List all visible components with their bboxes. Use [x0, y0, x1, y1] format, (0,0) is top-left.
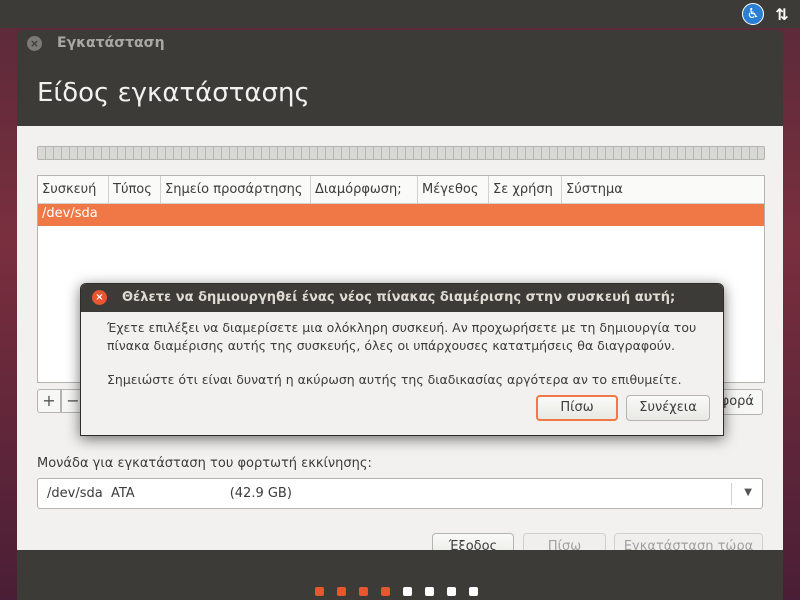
add-partition-button[interactable]: +: [37, 389, 61, 413]
bootloader-label: Μονάδα για εγκατάσταση του φορτωτή εκκίν…: [37, 456, 372, 471]
table-row[interactable]: /dev/sda: [38, 204, 764, 226]
progress-dot: [381, 587, 390, 596]
column-mount-point[interactable]: Σημείο προσάρτησης: [161, 176, 311, 203]
new-partition-table-dialog: × Θέλετε να δημιουργηθεί ένας νέος πίνακ…: [80, 283, 724, 436]
column-device[interactable]: Συσκευή: [38, 176, 109, 203]
progress-dot: [359, 587, 368, 596]
window-title: Εγκατάσταση: [57, 35, 165, 51]
progress-dot: [403, 587, 412, 596]
dialog-message-line1: Έχετε επιλέξει να διαμερίσετε μια ολόκλη…: [107, 320, 697, 335]
column-format[interactable]: Διαμόρφωση;: [311, 176, 418, 203]
progress-strip: [17, 550, 783, 600]
bootloader-select[interactable]: /dev/sda ATA (42.9 GB) ▼: [37, 478, 763, 509]
column-system[interactable]: Σύστημα: [562, 176, 764, 203]
progress-dot: [425, 587, 434, 596]
window-titlebar: × Εγκατάσταση: [17, 30, 783, 58]
dropdown-arrow-icon: ▼: [744, 487, 752, 498]
column-type[interactable]: Τύπος: [109, 176, 161, 203]
window-close-icon[interactable]: ×: [27, 36, 42, 51]
progress-dot: [447, 587, 456, 596]
select-separator: [731, 483, 732, 505]
accessibility-icon[interactable]: ♿: [741, 2, 765, 26]
progress-dot: [337, 587, 346, 596]
dialog-title: Θέλετε να δημιουργηθεί ένας νέος πίνακας…: [122, 290, 676, 305]
bootloader-select-value: /dev/sda ATA (42.9 GB): [47, 486, 292, 501]
page-title: Είδος εγκατάστασης: [37, 78, 310, 108]
partition-bar: [37, 146, 765, 160]
dialog-back-button[interactable]: Πίσω: [536, 395, 618, 421]
row-device: /dev/sda: [42, 206, 98, 221]
dialog-titlebar: × Θέλετε να δημιουργηθεί ένας νέος πίνακ…: [81, 284, 723, 312]
column-size[interactable]: Μέγεθος: [418, 176, 489, 203]
network-updown-icon[interactable]: ⇅: [770, 2, 794, 26]
dialog-close-icon[interactable]: ×: [92, 290, 107, 305]
dialog-message-line3: Σημειώστε ότι είναι δυνατή η ακύρωση αυτ…: [107, 372, 682, 387]
dialog-message-line2: πίνακα διαμέρισης αυτής της συσκευής, όλ…: [107, 338, 675, 353]
table-header: Συσκευή Τύπος Σημείο προσάρτησης Διαμόρφ…: [38, 176, 764, 204]
column-used[interactable]: Σε χρήση: [489, 176, 562, 203]
progress-dot: [315, 587, 324, 596]
progress-dot: [469, 587, 478, 596]
top-panel: ♿ ⇅: [0, 0, 800, 28]
dialog-continue-button[interactable]: Συνέχεια: [626, 395, 710, 421]
